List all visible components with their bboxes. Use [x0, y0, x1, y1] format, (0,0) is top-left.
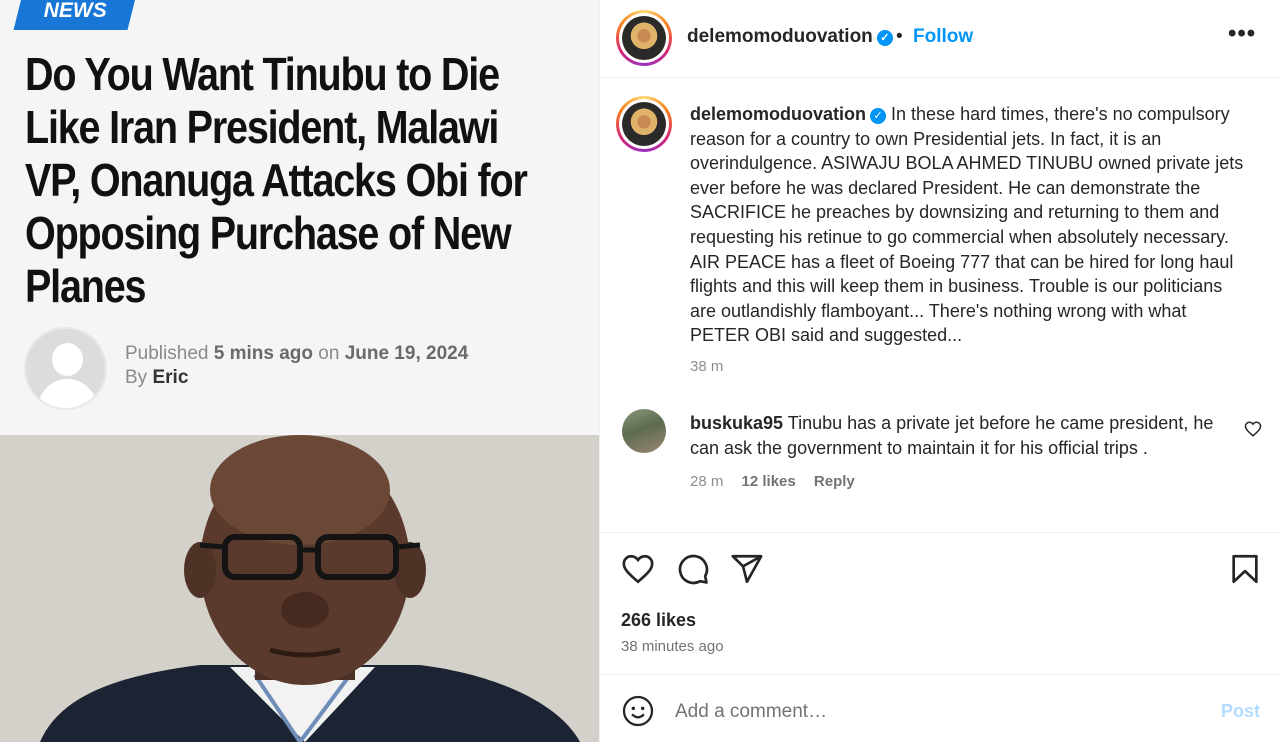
more-options-icon[interactable]: ••• — [1228, 20, 1256, 48]
follow-button[interactable]: Follow — [913, 26, 973, 48]
published-time: 5 mins ago — [213, 343, 313, 364]
instagram-post-panel: delemomoduovation ✓ • Follow ••• delemomo… — [599, 0, 1280, 742]
article-photo — [0, 435, 599, 742]
article-meta: Published 5 mins ago on June 19, 2024 By… — [125, 342, 468, 390]
headline-line: Planes — [25, 260, 147, 312]
news-badge: NEWS — [13, 0, 137, 30]
published-prefix: Published — [125, 343, 209, 364]
comment-input[interactable] — [675, 697, 1195, 727]
post-comment-button[interactable]: Post — [1221, 701, 1260, 722]
headline-line: Opposing Purchase of New — [25, 207, 512, 259]
comment-time[interactable]: 28 m — [690, 473, 723, 490]
news-badge-label: NEWS — [43, 0, 107, 22]
comment-icon[interactable] — [676, 552, 710, 586]
caption-text: In these hard times, there's no compulso… — [690, 104, 1244, 346]
headline-line: Do You Want Tinubu to Die — [25, 48, 500, 100]
comment-meta: 28 m 12 likes Reply — [690, 473, 869, 490]
verified-badge-icon: ✓ — [876, 30, 893, 46]
post-actions: 266 likes 38 minutes ago — [600, 534, 1280, 674]
header-username-text[interactable]: delemomoduovation — [687, 26, 873, 47]
commenter-avatar[interactable] — [622, 409, 666, 453]
caption-meta: 38 m — [690, 358, 737, 375]
comment-likes[interactable]: 12 likes — [742, 473, 796, 490]
article-headline: Do You Want Tinubu to Die Like Iran Pres… — [25, 48, 584, 313]
caption-avatar[interactable] — [616, 96, 672, 152]
bookmark-icon[interactable] — [1228, 552, 1262, 586]
post-caption: delemomoduovation ✓ In these hard times, … — [690, 102, 1250, 348]
emoji-icon[interactable] — [622, 695, 654, 727]
share-icon[interactable] — [730, 552, 764, 586]
headline-line: VP, Onanuga Attacks Obi for — [25, 154, 528, 206]
headline-line: Like Iran President, Malawi — [25, 101, 499, 153]
likes-count[interactable]: 266 likes — [621, 610, 696, 631]
published-date: June 19, 2024 — [344, 343, 469, 364]
article-panel: NEWS Do You Want Tinubu to Die Like Iran… — [0, 0, 599, 742]
published-on: on — [318, 343, 340, 364]
comments-section[interactable]: delemomoduovation ✓ In these hard times, … — [600, 79, 1280, 533]
header-separator: • — [896, 26, 903, 47]
caption-time[interactable]: 38 m — [690, 358, 723, 375]
reply-button[interactable]: Reply — [814, 473, 855, 490]
author-avatar — [24, 327, 107, 410]
comment-username[interactable]: buskuka95 — [690, 413, 783, 433]
post-time[interactable]: 38 minutes ago — [621, 638, 724, 655]
heart-icon[interactable] — [621, 552, 655, 586]
post-header: delemomoduovation ✓ • Follow ••• — [600, 0, 1280, 78]
comment-like-heart-icon[interactable] — [1244, 420, 1262, 438]
author-name: Eric — [152, 367, 189, 388]
comment-item: buskuka95 Tinubu has a private jet befor… — [690, 411, 1225, 460]
add-comment-bar: Post — [600, 674, 1280, 742]
caption-username[interactable]: delemomoduovation — [690, 104, 866, 124]
verified-badge-icon: ✓ — [870, 108, 887, 124]
by-prefix: By — [125, 367, 148, 388]
profile-avatar[interactable] — [616, 10, 672, 66]
header-username[interactable]: delemomoduovation ✓ — [687, 26, 893, 48]
